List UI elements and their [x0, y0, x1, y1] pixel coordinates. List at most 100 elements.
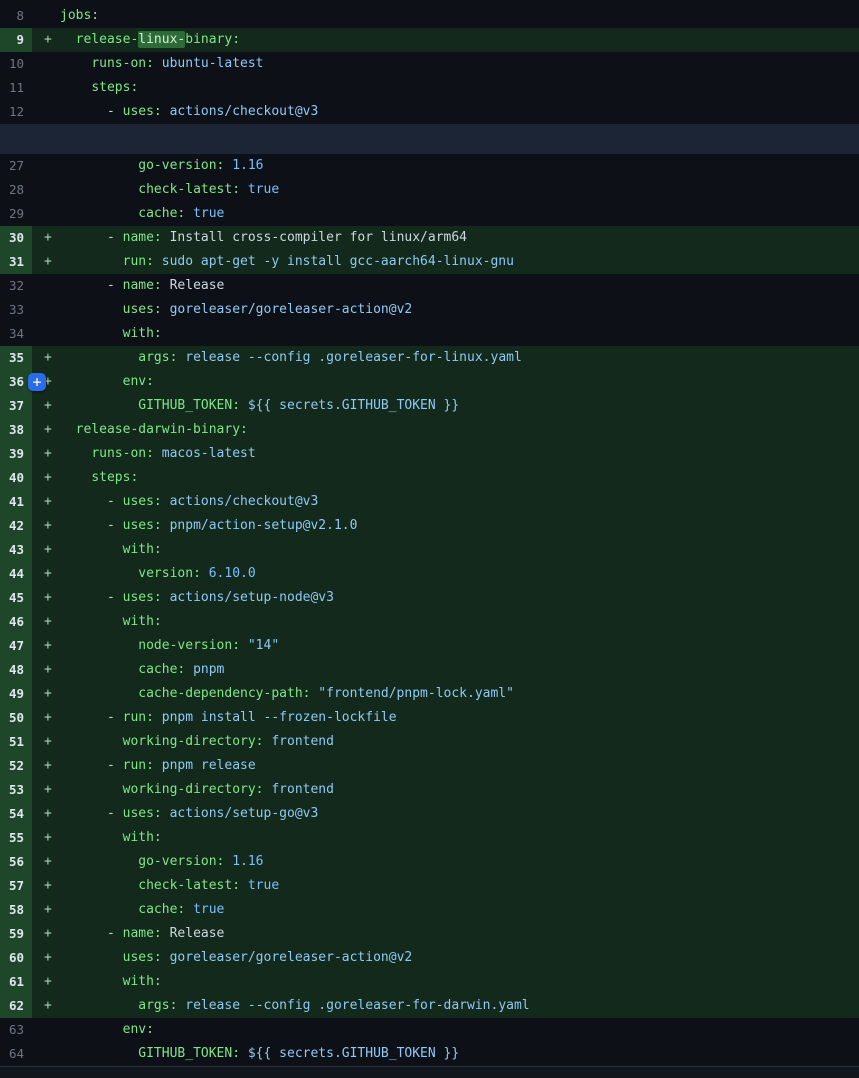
diff-row-30: 30+ - name: Install cross-compiler for l… — [0, 226, 859, 250]
line-number[interactable]: 9 — [0, 28, 32, 52]
diff-add-marker: + — [32, 28, 60, 52]
line-number[interactable]: 39 — [0, 442, 32, 466]
line-number[interactable]: 61 — [0, 970, 32, 994]
code-token: GITHUB_TOKEN: — [138, 1046, 240, 1061]
line-number[interactable]: 48 — [0, 658, 32, 682]
code-token: name: — [123, 230, 162, 245]
line-number[interactable]: 46 — [0, 610, 32, 634]
line-number[interactable]: 32 — [0, 274, 32, 298]
diff-row-40: 40+ steps: — [0, 466, 859, 490]
code-line-text: - name: Install cross-compiler for linux… — [60, 226, 859, 250]
diff-add-marker — [32, 1042, 60, 1066]
line-number[interactable]: 37 — [0, 394, 32, 418]
code-token: uses: — [123, 806, 162, 821]
code-token: jobs: — [60, 8, 99, 23]
line-number[interactable]: 51 — [0, 730, 32, 754]
line-number[interactable]: 44 — [0, 562, 32, 586]
diff-add-marker — [32, 100, 60, 124]
code-token: - — [60, 590, 123, 605]
line-number[interactable]: 50 — [0, 706, 32, 730]
diff-row-47: 47+ node-version: "14" — [0, 634, 859, 658]
line-number[interactable]: 56 — [0, 850, 32, 874]
line-number[interactable]: 55 — [0, 826, 32, 850]
line-number[interactable]: 60 — [0, 946, 32, 970]
diff-row-42: 42+ - uses: pnpm/action-setup@v2.1.0 — [0, 514, 859, 538]
line-number[interactable]: 45 — [0, 586, 32, 610]
line-number[interactable]: 34 — [0, 322, 32, 346]
code-line-text: node-version: "14" — [60, 634, 859, 658]
code-token: cache: — [138, 662, 185, 677]
code-token: uses: — [123, 518, 162, 533]
code-token — [60, 398, 138, 413]
code-line-text: args: release --config .goreleaser-for-l… — [60, 346, 859, 370]
line-number[interactable]: 64 — [0, 1042, 32, 1066]
code-line-text: steps: — [60, 76, 859, 100]
line-number[interactable]: 53 — [0, 778, 32, 802]
expand-hunk-row[interactable] — [0, 124, 859, 154]
diff-add-marker: + — [32, 922, 60, 946]
diff-add-marker: + — [32, 826, 60, 850]
code-token — [60, 734, 123, 749]
diff-add-marker: + — [32, 586, 60, 610]
line-number[interactable]: 57 — [0, 874, 32, 898]
diff-row-51: 51+ working-directory: frontend — [0, 730, 859, 754]
diff-row-39: 39+ runs-on: macos-latest — [0, 442, 859, 466]
code-token — [60, 56, 91, 71]
line-number[interactable]: 59 — [0, 922, 32, 946]
code-token: - — [60, 230, 123, 245]
line-number[interactable]: 62 — [0, 994, 32, 1018]
code-line-text: release-darwin-binary: — [60, 418, 859, 442]
code-token: run: — [123, 758, 154, 773]
line-number[interactable]: 11 — [0, 76, 32, 100]
code-token: version: — [138, 566, 201, 581]
line-number[interactable]: 42 — [0, 514, 32, 538]
diff-row-43: 43+ with: — [0, 538, 859, 562]
code-token: 1.16 — [224, 854, 263, 869]
diff-row-62: 62+ args: release --config .goreleaser-f… — [0, 994, 859, 1018]
line-number[interactable]: 47 — [0, 634, 32, 658]
code-line-text: uses: goreleaser/goreleaser-action@v2 — [60, 298, 859, 322]
line-number[interactable]: 63 — [0, 1018, 32, 1042]
line-number[interactable]: 52 — [0, 754, 32, 778]
add-line-comment-button[interactable]: + — [28, 373, 46, 391]
code-token: uses: — [123, 104, 162, 119]
code-token: name: — [123, 278, 162, 293]
line-number[interactable]: 58 — [0, 898, 32, 922]
diff-row-35: 35+ args: release --config .goreleaser-f… — [0, 346, 859, 370]
line-number[interactable]: 35 — [0, 346, 32, 370]
line-number[interactable]: 12 — [0, 100, 32, 124]
line-number[interactable]: 8 — [0, 4, 32, 28]
line-number[interactable]: 33 — [0, 298, 32, 322]
code-token: release-darwin-binary: — [76, 422, 248, 437]
code-line-text: run: sudo apt-get -y install gcc-aarch64… — [60, 250, 859, 274]
diff-row-60: 60+ uses: goreleaser/goreleaser-action@v… — [0, 946, 859, 970]
diff-row-34: 34 with: — [0, 322, 859, 346]
line-number[interactable]: 27 — [0, 154, 32, 178]
line-number[interactable]: 28 — [0, 178, 32, 202]
line-number[interactable]: 30 — [0, 226, 32, 250]
line-number[interactable]: 29 — [0, 202, 32, 226]
code-token: go-version: — [138, 158, 224, 173]
line-number[interactable]: 49 — [0, 682, 32, 706]
code-line-text: env: — [60, 370, 859, 394]
code-line-text: check-latest: true — [60, 874, 859, 898]
line-number[interactable]: 38 — [0, 418, 32, 442]
line-number[interactable]: 31 — [0, 250, 32, 274]
diff-row-38: 38+ release-darwin-binary: — [0, 418, 859, 442]
diff-add-marker — [32, 178, 60, 202]
diff-add-marker — [32, 1018, 60, 1042]
code-token: ubuntu-latest — [154, 56, 264, 71]
code-token: sudo apt-get -y install gcc-aarch64-linu… — [154, 254, 514, 269]
code-token: "frontend/pnpm-lock.yaml" — [310, 686, 514, 701]
line-number[interactable]: 41 — [0, 490, 32, 514]
line-number[interactable]: 40 — [0, 466, 32, 490]
diff-row-28: 28 check-latest: true — [0, 178, 859, 202]
diff-row-44: 44+ version: 6.10.0 — [0, 562, 859, 586]
line-number[interactable]: 54 — [0, 802, 32, 826]
line-number[interactable]: 10 — [0, 52, 32, 76]
code-token — [60, 446, 91, 461]
code-token — [60, 1046, 138, 1061]
line-number[interactable]: 43 — [0, 538, 32, 562]
diff-add-marker: + — [32, 946, 60, 970]
code-token — [60, 830, 123, 845]
